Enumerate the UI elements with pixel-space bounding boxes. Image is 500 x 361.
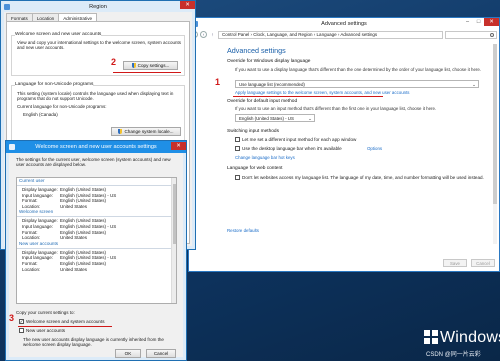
watermark: CSDN @同一片云彩: [426, 352, 481, 358]
uac-shield-icon: [131, 63, 136, 68]
divider: [17, 247, 176, 249]
options-link[interactable]: Options: [367, 146, 382, 151]
setting-key: Location:: [22, 235, 41, 241]
input-method-select[interactable]: English (United States) - US ⌄: [235, 114, 315, 122]
region-globe-icon: [9, 143, 15, 150]
list-section-header: Welcome screen: [19, 209, 54, 215]
cancel-button[interactable]: Cancel: [471, 259, 495, 267]
display-language-select[interactable]: Use language list (recommended) ⌄: [235, 80, 479, 88]
list-item: Location: United States: [17, 267, 176, 273]
copy-settings-button[interactable]: Copy settings...: [123, 61, 178, 70]
search-input[interactable]: [445, 30, 497, 39]
override-input-text: If you want to use an input method that'…: [235, 106, 437, 111]
advanced-window-title: Advanced settings: [321, 20, 367, 27]
annotation-underline-1: [233, 96, 383, 98]
unicode-group-title: Language for non-Unicode programs: [15, 82, 94, 87]
save-button[interactable]: Save: [443, 259, 467, 267]
welcome-group-title: Welcome screen and new user accounts: [15, 32, 102, 37]
per-app-input-checkbox[interactable]: Let me set a different input method for …: [235, 137, 356, 142]
welcome-settings-dialog: Welcome screen and new user accounts set…: [5, 140, 187, 361]
welcome-body: The settings for the current user, welco…: [9, 153, 183, 358]
web-content-title: Language for web content: [227, 166, 283, 171]
divider: [17, 216, 176, 218]
region-title: Region: [89, 3, 107, 10]
welcome-screen-checkbox-label: Welcome screen and system accounts: [26, 319, 105, 324]
per-app-input-label: Let me set a different input method for …: [242, 137, 357, 142]
web-language-list-label: Don't let websites access my language li…: [242, 175, 484, 180]
settings-list[interactable]: Current user Display language: English (Un…: [16, 177, 177, 304]
setting-value: United States: [60, 203, 88, 209]
close-icon[interactable]: ✕: [180, 1, 195, 9]
forward-icon[interactable]: ›: [200, 31, 207, 38]
search-icon: [490, 32, 494, 37]
override-display-title: Override for Windows display language: [227, 59, 311, 64]
welcome-screen-checkbox[interactable]: ✓ Welcome screen and system accounts: [19, 319, 105, 324]
apply-language-settings-link[interactable]: Apply language settings to the welcome s…: [235, 90, 410, 95]
annotation-step-2: 2: [111, 57, 117, 67]
region-titlebar: Region ✕: [1, 1, 195, 12]
annotation-underline-2: [113, 72, 181, 74]
welcome-dialog-title: Welcome screen and new user accounts set…: [35, 144, 157, 150]
address-bar: ‹ › ↑ Control Panel › Clock, Language, a…: [191, 30, 497, 39]
advanced-titlebar: Advanced settings – □ ✕: [189, 18, 499, 29]
advanced-settings-window: Advanced settings – □ ✕ ‹ › ↑ Control Pa…: [188, 17, 500, 272]
windows-logo-icon: [424, 330, 438, 344]
new-user-accounts-checkbox-label: New user accounts: [26, 328, 66, 333]
divider: [17, 185, 176, 186]
change-system-locale-label: Change system locale...: [124, 129, 174, 134]
setting-value: United States: [60, 235, 88, 241]
vertical-scrollbar[interactable]: [493, 44, 497, 244]
annotation-step-3: 3: [9, 313, 15, 323]
breadcrumb[interactable]: Control Panel › Clock, Language, and Reg…: [218, 30, 443, 39]
windows-brand-text: Windows: [440, 329, 500, 346]
switching-title: Switching input methods: [227, 129, 279, 134]
hot-keys-link[interactable]: Change language bar hot keys: [235, 155, 295, 160]
current-unicode-label: Current language for non-Unicode program…: [17, 104, 107, 109]
welcome-intro: The settings for the current user, welco…: [16, 157, 171, 168]
chevron-down-icon: ⌄: [308, 116, 312, 121]
restore-defaults-link[interactable]: Restore defaults: [227, 228, 259, 233]
advanced-content: Advanced settings Override for Windows d…: [215, 42, 493, 271]
list-item: Location: United States: [17, 235, 176, 241]
annotation-step-1: 1: [215, 77, 221, 87]
uac-shield-icon: [118, 129, 123, 134]
welcome-group: Welcome screen and new user accounts Vie…: [11, 32, 185, 76]
override-input-title: Override for default input method: [227, 99, 298, 104]
welcome-titlebar: Welcome screen and new user accounts set…: [6, 141, 186, 153]
list-section-header: Current user: [19, 178, 45, 183]
page-title: Advanced settings: [227, 46, 286, 55]
web-language-list-checkbox[interactable]: Don't let websites access my language li…: [235, 175, 485, 180]
close-icon[interactable]: ✕: [171, 142, 186, 150]
region-globe-icon: [4, 3, 10, 10]
setting-value: United States: [60, 266, 88, 272]
copy-settings-label: Copy settings...: [137, 63, 170, 68]
new-user-accounts-checkbox[interactable]: New user accounts: [19, 328, 65, 333]
override-display-text: If you want to use a display language th…: [235, 67, 482, 72]
display-language-value: Use language list (recommended): [239, 81, 305, 87]
footer-note: The new user accounts display language i…: [23, 337, 164, 348]
settings-sections: Current user Display language: English (Un…: [17, 178, 176, 272]
up-icon[interactable]: ↑: [209, 31, 216, 38]
copy-to-label: Copy your current settings to:: [16, 310, 75, 315]
input-method-value: English (United States) - US: [239, 115, 294, 121]
cancel-button[interactable]: Cancel: [146, 349, 176, 358]
list-scrollbar[interactable]: [171, 178, 176, 303]
desktop-language-bar-checkbox[interactable]: Use the desktop language bar when it's a…: [235, 146, 342, 151]
chevron-down-icon: ⌄: [472, 82, 476, 87]
list-section-header: New user accounts: [19, 240, 59, 246]
maximize-icon[interactable]: □: [473, 18, 484, 26]
ok-button[interactable]: OK: [115, 349, 141, 358]
breadcrumb-path: Control Panel › Clock, Language, and Reg…: [222, 32, 378, 37]
checkmark-icon: ✓: [19, 318, 24, 324]
close-icon[interactable]: ✕: [484, 18, 499, 26]
unicode-group-text: This setting (system locale) controls th…: [17, 91, 174, 102]
current-unicode-value: English (Canada): [23, 112, 58, 117]
minimize-icon[interactable]: –: [462, 18, 473, 26]
welcome-group-text: View and copy your international setting…: [17, 40, 182, 51]
setting-key: Location:: [22, 266, 41, 272]
change-system-locale-button[interactable]: Change system locale...: [111, 127, 181, 136]
desktop-language-bar-label: Use the desktop language bar when it's a…: [242, 146, 342, 151]
